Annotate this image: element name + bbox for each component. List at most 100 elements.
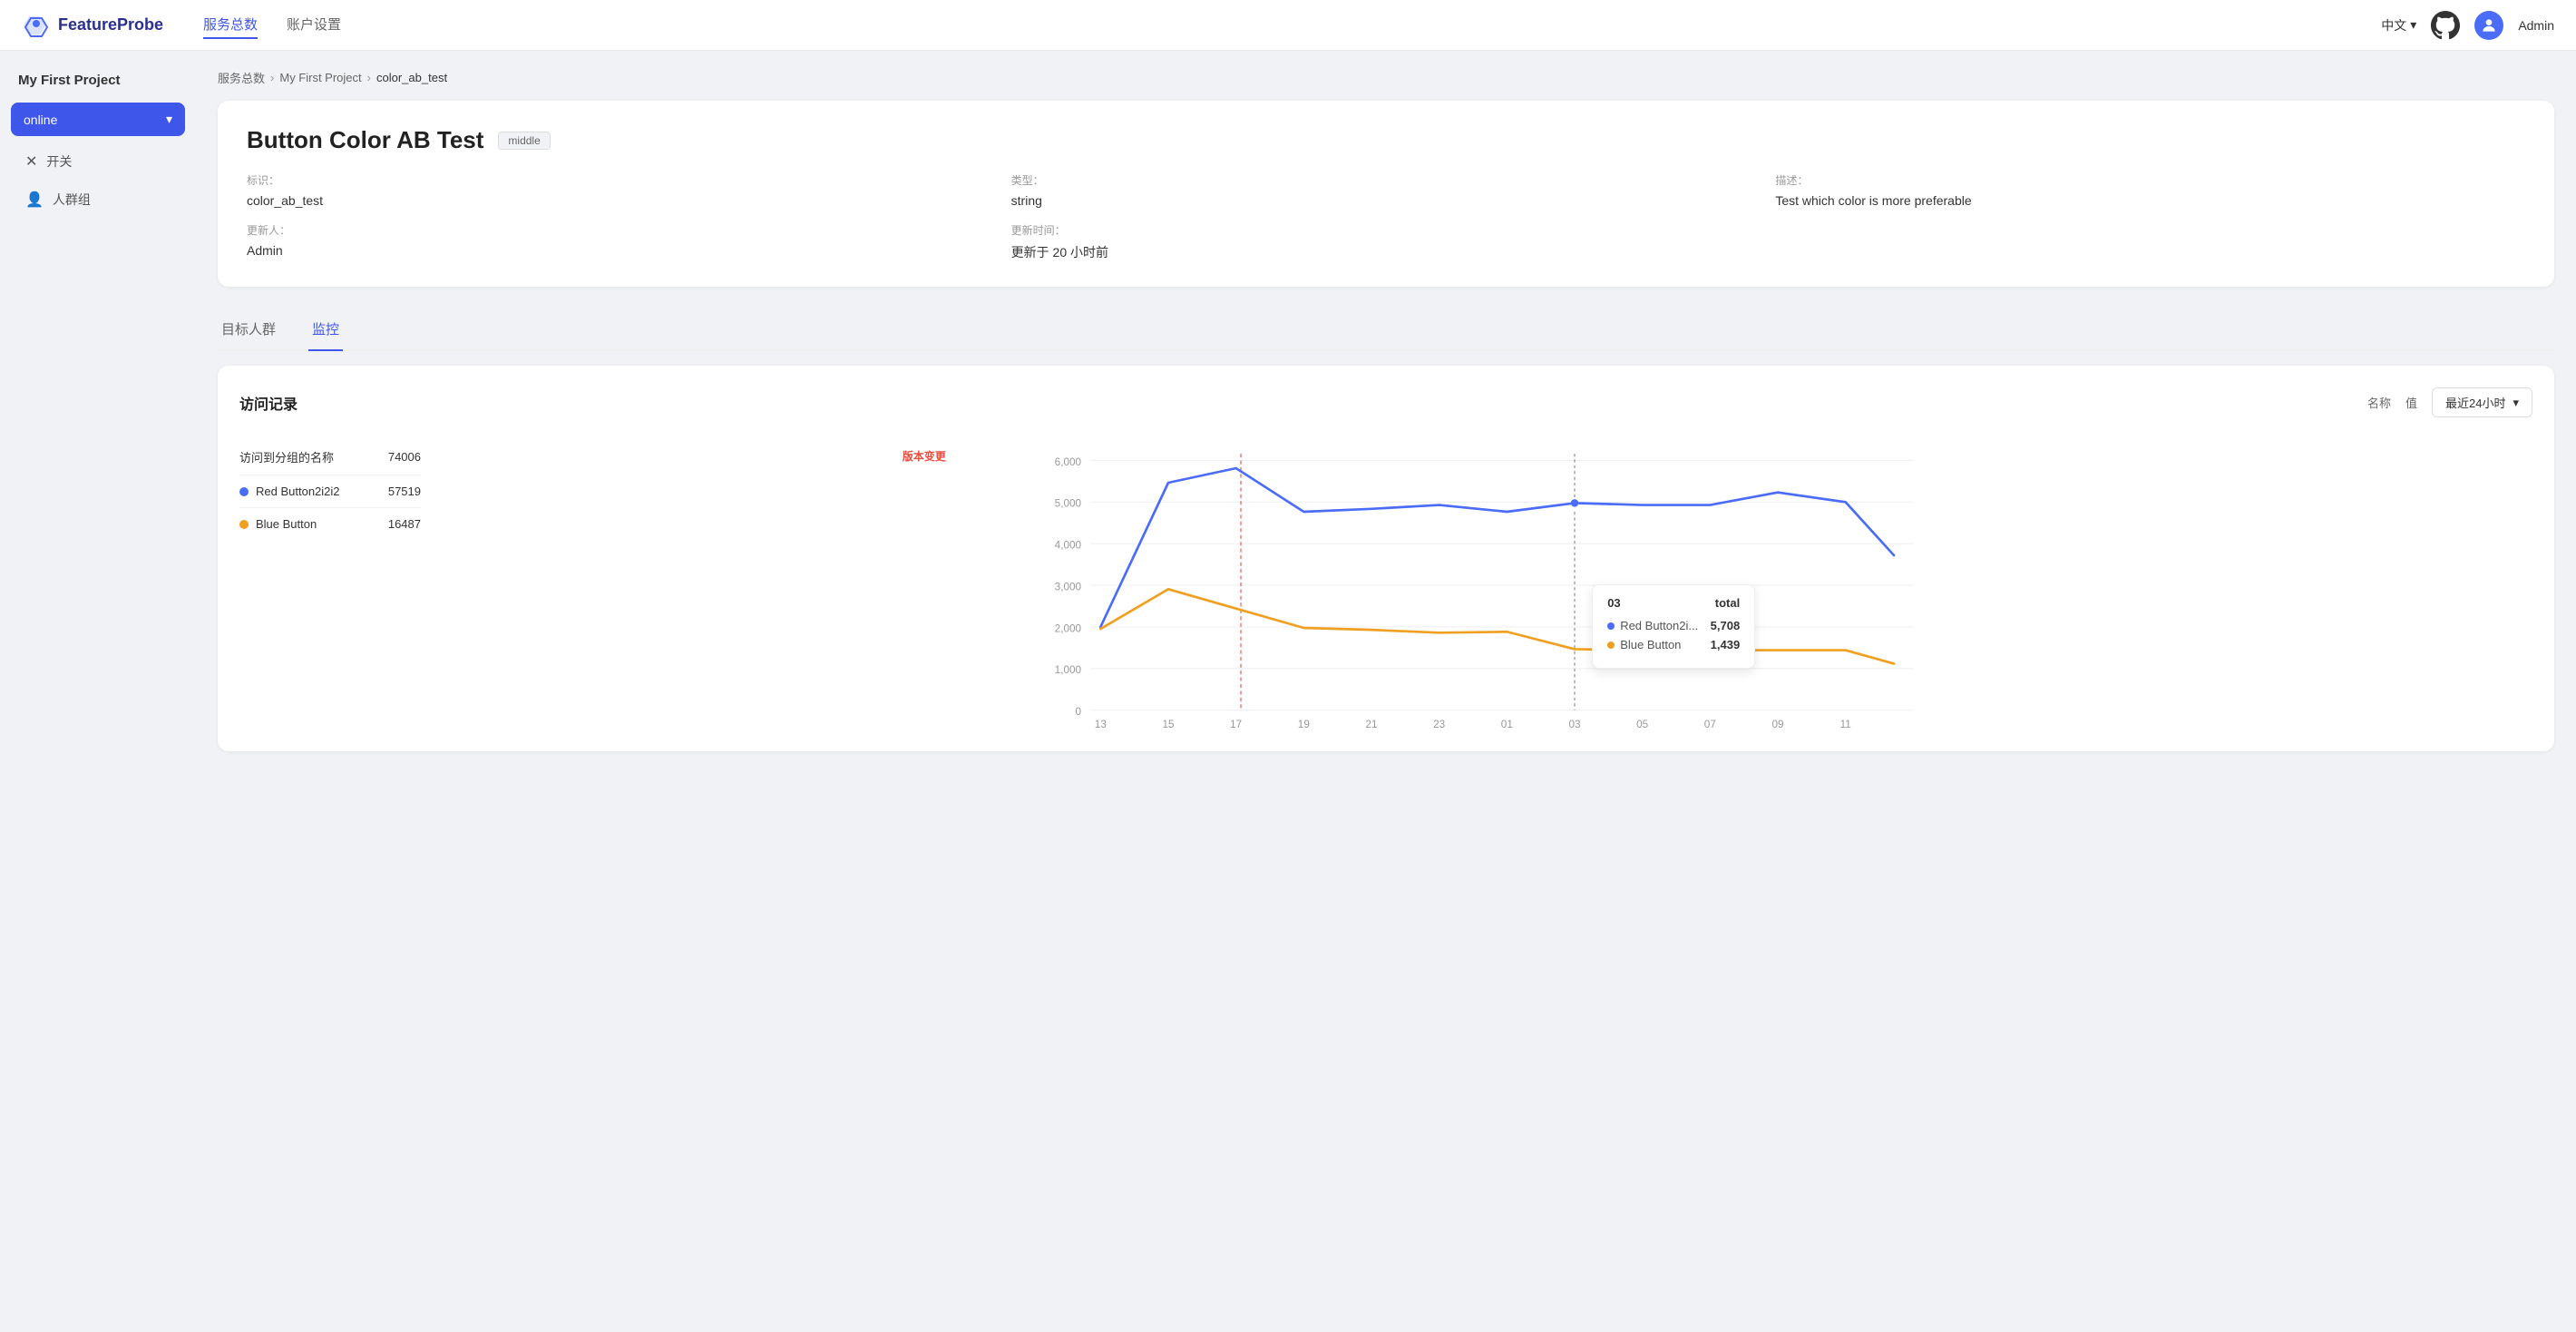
meta-updatetime-label: 更新时间： bbox=[1011, 222, 1761, 238]
meta-updatetime: 更新时间： 更新于 20 小时前 bbox=[1011, 222, 1761, 261]
legend-red-value: 57519 bbox=[388, 485, 421, 498]
svg-text:1,000: 1,000 bbox=[1055, 664, 1082, 676]
nav-services[interactable]: 服务总数 bbox=[203, 11, 258, 39]
svg-text:23: 23 bbox=[1433, 719, 1445, 730]
legend-row-red: Red Button2i2i2 57519 bbox=[239, 475, 421, 508]
tooltip-row-red: Red Button2i... 5,708 bbox=[1607, 619, 1740, 632]
svg-text:0: 0 bbox=[1075, 706, 1081, 718]
svg-text:2,000: 2,000 bbox=[1055, 622, 1082, 634]
tabs: 目标人群 监控 bbox=[218, 309, 2554, 351]
legend-red-label: Red Button2i2i2 bbox=[256, 485, 340, 498]
legend-row-total: 访问到分组的名称 74006 bbox=[239, 439, 421, 475]
nav-links: 服务总数 账户设置 bbox=[203, 11, 2381, 39]
nav-right: 中文 ▾ Admin bbox=[2381, 11, 2554, 40]
avatar[interactable] bbox=[2474, 11, 2503, 40]
monitor-body: 访问到分组的名称 74006 Red Button2i2i2 57519 bbox=[239, 439, 2532, 730]
svg-text:13: 13 bbox=[1095, 719, 1107, 730]
tooltip-red-label: Red Button2i... bbox=[1620, 619, 1698, 632]
breadcrumb-project[interactable]: My First Project bbox=[279, 71, 361, 84]
logo-text: FeatureProbe bbox=[58, 15, 163, 34]
env-selector[interactable]: online ▾ bbox=[11, 103, 185, 136]
legend-red-dot bbox=[239, 487, 249, 496]
time-range-chevron-icon: ▾ bbox=[2513, 396, 2519, 410]
svg-text:07: 07 bbox=[1704, 719, 1716, 730]
breadcrumb-sep-2: › bbox=[367, 71, 371, 84]
chart-area: 版本变更 0 1,000 2,000 3,000 4,000 5,000 6,0… bbox=[443, 439, 2532, 730]
tooltip-header: 03 total bbox=[1607, 596, 1740, 610]
legend-total-label: 访问到分组的名称 bbox=[239, 448, 334, 465]
legend-blue-value: 16487 bbox=[388, 517, 421, 531]
layout: My First Project online ▾ ✕ 开关 👤 人群组 服务总… bbox=[0, 0, 2576, 1332]
svg-text:05: 05 bbox=[1636, 719, 1649, 730]
toggle-icon: ✕ bbox=[25, 152, 37, 171]
chevron-down-icon: ▾ bbox=[2410, 17, 2416, 33]
tab-monitor[interactable]: 监控 bbox=[308, 309, 343, 351]
tooltip-red-name: Red Button2i... bbox=[1607, 619, 1698, 632]
svg-text:4,000: 4,000 bbox=[1055, 540, 1082, 552]
svg-text:01: 01 bbox=[1501, 719, 1513, 730]
top-nav: FeatureProbe 服务总数 账户设置 中文 ▾ Admin bbox=[0, 0, 2576, 51]
svg-text:19: 19 bbox=[1298, 719, 1310, 730]
svg-text:17: 17 bbox=[1230, 719, 1242, 730]
legend-blue-dot bbox=[239, 520, 249, 529]
svg-text:11: 11 bbox=[1840, 719, 1851, 730]
sidebar-item-segment[interactable]: 👤 人群组 bbox=[7, 181, 189, 218]
meta-updater-label: 更新人： bbox=[247, 222, 997, 238]
meta-key-label: 标识： bbox=[247, 172, 997, 188]
sidebar: My First Project online ▾ ✕ 开关 👤 人群组 bbox=[0, 51, 196, 1332]
sidebar-menu: ✕ 开关 👤 人群组 bbox=[0, 143, 196, 218]
monitor-header: 访问记录 名称 值 最近24小时 ▾ bbox=[239, 387, 2532, 417]
feature-badge: middle bbox=[498, 132, 550, 150]
username[interactable]: Admin bbox=[2518, 18, 2554, 33]
legend-blue-label: Blue Button bbox=[256, 517, 317, 531]
legend-blue-name: Blue Button bbox=[239, 517, 317, 531]
breadcrumb-current: color_ab_test bbox=[376, 71, 447, 84]
meta-updater-value: Admin bbox=[247, 243, 997, 258]
breadcrumb-sep-1: › bbox=[270, 71, 274, 84]
legend-total-value: 74006 bbox=[388, 450, 421, 464]
version-change-label: 版本变更 bbox=[903, 448, 946, 464]
logo-icon bbox=[22, 11, 51, 40]
meta-desc-value: Test which color is more preferable bbox=[1775, 193, 2525, 208]
breadcrumb-services[interactable]: 服务总数 bbox=[218, 69, 265, 86]
meta-type: 类型： string bbox=[1011, 172, 1761, 208]
tab-audience[interactable]: 目标人群 bbox=[218, 309, 279, 351]
time-range-value: 最近24小时 bbox=[2445, 394, 2505, 411]
language-selector[interactable]: 中文 ▾ bbox=[2381, 16, 2416, 34]
ctrl-name-label: 名称 bbox=[2367, 394, 2391, 411]
nav-account[interactable]: 账户设置 bbox=[287, 11, 341, 39]
tooltip-red-dot bbox=[1607, 622, 1615, 630]
sidebar-item-toggle[interactable]: ✕ 开关 bbox=[7, 143, 189, 180]
feature-title: Button Color AB Test bbox=[247, 126, 483, 154]
svg-text:15: 15 bbox=[1162, 719, 1175, 730]
tooltip-total: total bbox=[1715, 596, 1740, 610]
monitor-title: 访问记录 bbox=[239, 392, 298, 414]
feature-meta: 标识： color_ab_test 类型： string 描述： Test wh… bbox=[247, 172, 2525, 261]
monitor-controls: 名称 值 最近24小时 ▾ bbox=[2367, 387, 2532, 417]
feature-header: Button Color AB Test middle bbox=[247, 126, 2525, 154]
time-range-selector[interactable]: 最近24小时 ▾ bbox=[2432, 387, 2532, 417]
tooltip-row-blue: Blue Button 1,439 bbox=[1607, 638, 1740, 651]
tooltip-time: 03 bbox=[1607, 596, 1620, 610]
meta-type-label: 类型： bbox=[1011, 172, 1761, 188]
legend-table: 访问到分组的名称 74006 Red Button2i2i2 57519 bbox=[239, 439, 421, 730]
tooltip-blue-value: 1,439 bbox=[1711, 638, 1741, 651]
svg-text:09: 09 bbox=[1771, 719, 1783, 730]
meta-updatetime-value: 更新于 20 小时前 bbox=[1011, 243, 1761, 261]
logo: FeatureProbe bbox=[22, 11, 203, 40]
tooltip-blue-dot bbox=[1607, 642, 1615, 649]
tooltip-red-value: 5,708 bbox=[1711, 619, 1741, 632]
svg-text:3,000: 3,000 bbox=[1055, 581, 1082, 593]
github-icon[interactable] bbox=[2431, 11, 2460, 40]
monitor-card: 访问记录 名称 值 最近24小时 ▾ 访问到分组的名称 74006 bbox=[218, 366, 2554, 751]
meta-type-value: string bbox=[1011, 193, 1761, 208]
svg-text:6,000: 6,000 bbox=[1055, 456, 1082, 468]
meta-desc-label: 描述： bbox=[1775, 172, 2525, 188]
feature-card: Button Color AB Test middle 标识： color_ab… bbox=[218, 101, 2554, 287]
env-chevron-icon: ▾ bbox=[166, 112, 172, 127]
chart-tooltip: 03 total Red Button2i... 5,708 bbox=[1592, 584, 1755, 669]
main-content: 服务总数 › My First Project › color_ab_test … bbox=[196, 51, 2576, 1332]
sidebar-item-segment-label: 人群组 bbox=[53, 191, 91, 209]
segment-icon: 👤 bbox=[25, 191, 44, 209]
project-title: My First Project bbox=[0, 65, 196, 103]
